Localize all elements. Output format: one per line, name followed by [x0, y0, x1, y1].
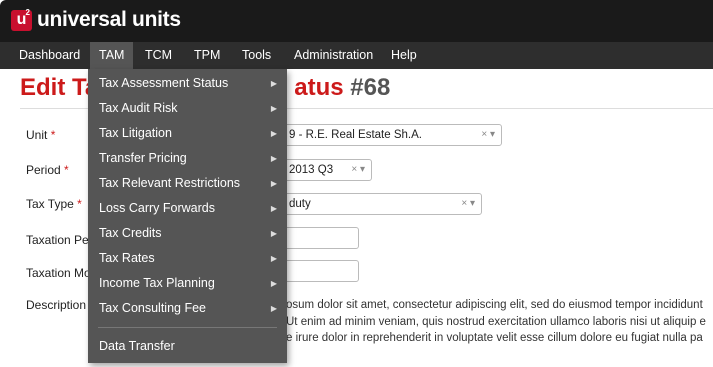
chevron-right-icon: ▶ — [270, 129, 277, 138]
record-number: #68 — [350, 74, 391, 101]
tax-type-select-controls: × ▾ — [461, 194, 475, 214]
menu-item-label: Tax Relevant Restrictions — [99, 176, 241, 190]
period-label: Period * — [26, 163, 69, 177]
logo-icon[interactable]: u2 — [11, 8, 32, 31]
menu-item-label: Tax Consulting Fee — [99, 301, 207, 315]
nav-item-tpm[interactable]: TPM — [185, 42, 229, 69]
unit-select-controls: × ▾ — [481, 125, 495, 145]
menu-item-label: Loss Carry Forwards — [99, 201, 215, 215]
clear-icon[interactable]: × — [351, 164, 357, 175]
chevron-right-icon: ▶ — [270, 179, 277, 188]
main-nav: Dashboard TAM TCM TPM Tools Administrati… — [0, 42, 713, 69]
unit-label: Unit * — [26, 128, 55, 142]
nav-item-help[interactable]: Help — [382, 42, 426, 69]
chevron-right-icon: ▶ — [270, 304, 277, 313]
required-marker: * — [50, 128, 56, 142]
page-title-start: Edit Ta — [20, 74, 99, 101]
menu-item-label: Tax Litigation — [99, 126, 172, 140]
unit-select[interactable]: 9 - R.E. Real Estate Sh.A. × ▾ — [282, 124, 502, 146]
description-textarea[interactable]: osum dolor sit amet, consectetur adipisc… — [286, 297, 713, 347]
unit-select-value: 9 - R.E. Real Estate Sh.A. — [289, 129, 422, 141]
chevron-right-icon: ▶ — [270, 229, 277, 238]
nav-item-tcm[interactable]: TCM — [136, 42, 181, 69]
taxation-period-label: Taxation Pe — [26, 233, 89, 247]
menu-item-loss-carry-forwards[interactable]: Loss Carry Forwards ▶ — [88, 196, 287, 221]
taxation-mode-input[interactable] — [282, 260, 359, 282]
chevron-down-icon[interactable]: ▾ — [470, 198, 475, 209]
description-line: e irure dolor in reprehenderit in volupt… — [286, 332, 703, 344]
menu-item-label: Tax Assessment Status — [99, 76, 229, 90]
menu-item-label: Income Tax Planning — [99, 276, 215, 290]
page-title-end: atus — [294, 74, 344, 101]
menu-item-label: Tax Rates — [99, 251, 155, 265]
tax-type-label: Tax Type * — [26, 197, 82, 211]
tax-type-label-text: Tax Type — [26, 197, 74, 211]
top-bar: u2 universal units — [0, 0, 713, 42]
nav-item-tam[interactable]: TAM — [90, 42, 134, 69]
nav-item-tools[interactable]: Tools — [233, 42, 280, 69]
chevron-down-icon[interactable]: ▾ — [490, 129, 495, 140]
chevron-right-icon: ▶ — [270, 279, 277, 288]
menu-item-tax-consulting-fee[interactable]: Tax Consulting Fee ▶ — [88, 296, 287, 321]
description-line: Ut enim ad minim veniam, quis nostrud ex… — [286, 315, 706, 328]
menu-item-tax-audit-risk[interactable]: Tax Audit Risk ▶ — [88, 96, 287, 121]
period-select-value: 2013 Q3 — [289, 164, 334, 176]
description-line: osum dolor sit amet, consectetur adipisc… — [286, 299, 703, 311]
taxation-period-input[interactable] — [282, 227, 359, 249]
chevron-right-icon: ▶ — [270, 79, 277, 88]
tax-type-select[interactable]: duty × ▾ — [282, 193, 482, 215]
menu-item-transfer-pricing[interactable]: Transfer Pricing ▶ — [88, 146, 287, 171]
chevron-right-icon: ▶ — [270, 254, 277, 263]
logo-superscript: 2 — [25, 8, 30, 17]
clear-icon[interactable]: × — [481, 129, 487, 140]
period-label-text: Period — [26, 163, 61, 177]
menu-item-label: Tax Audit Risk — [99, 101, 178, 115]
menu-item-label: Tax Credits — [99, 226, 162, 240]
period-select-controls: × ▾ — [351, 160, 365, 180]
menu-item-data-transfer[interactable]: Data Transfer — [88, 334, 287, 359]
menu-item-tax-litigation[interactable]: Tax Litigation ▶ — [88, 121, 287, 146]
description-label: Description — [26, 298, 87, 312]
nav-item-administration[interactable]: Administration — [285, 42, 382, 69]
required-marker: * — [77, 197, 82, 211]
taxation-mode-label: Taxation Mo — [26, 266, 91, 280]
menu-item-tax-rates[interactable]: Tax Rates ▶ — [88, 246, 287, 271]
menu-item-tax-assessment-status[interactable]: Tax Assessment Status ▶ — [88, 71, 287, 96]
tam-dropdown-menu: Tax Assessment Status ▶ Tax Audit Risk ▶ T… — [88, 69, 287, 363]
chevron-right-icon: ▶ — [270, 204, 277, 213]
menu-divider — [98, 327, 277, 328]
brand-name[interactable]: universal units — [37, 8, 181, 32]
chevron-down-icon[interactable]: ▾ — [360, 164, 365, 175]
chevron-right-icon: ▶ — [270, 154, 277, 163]
tax-type-select-value: duty — [289, 198, 311, 210]
period-select[interactable]: 2013 Q3 × ▾ — [282, 159, 372, 181]
nav-item-dashboard[interactable]: Dashboard — [10, 42, 89, 69]
menu-item-tax-credits[interactable]: Tax Credits ▶ — [88, 221, 287, 246]
menu-item-label: Transfer Pricing — [99, 151, 187, 165]
clear-icon[interactable]: × — [461, 198, 467, 209]
required-marker: * — [64, 163, 69, 177]
unit-label-text: Unit — [26, 128, 48, 142]
menu-item-income-tax-planning[interactable]: Income Tax Planning ▶ — [88, 271, 287, 296]
menu-item-tax-relevant-restrictions[interactable]: Tax Relevant Restrictions ▶ — [88, 171, 287, 196]
chevron-right-icon: ▶ — [270, 104, 277, 113]
